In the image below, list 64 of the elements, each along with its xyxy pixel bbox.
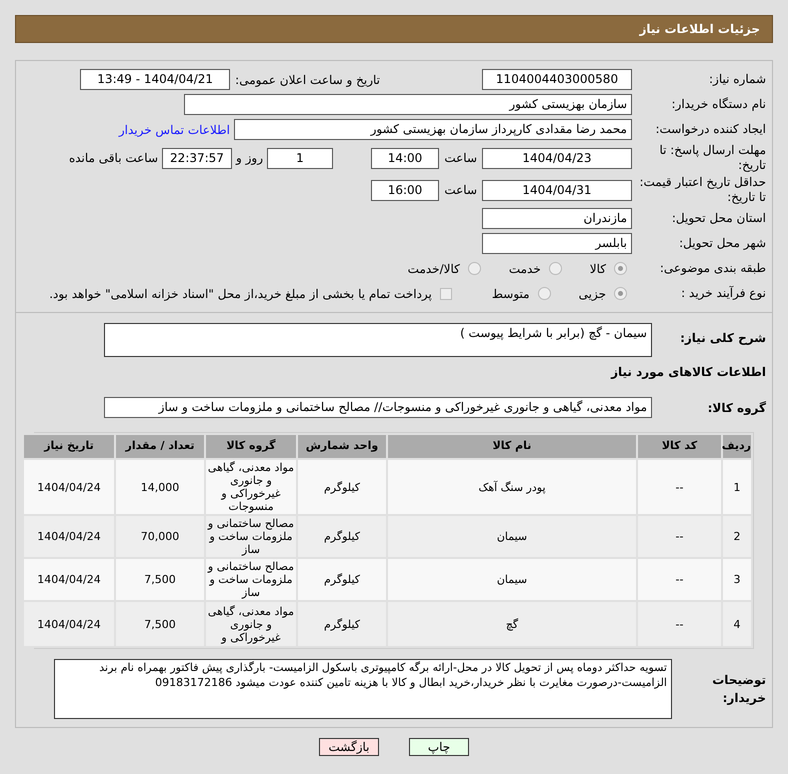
- goods-group-field[interactable]: مواد معدنی، گیاهی و جانوری غیرخوراکی و منسوجات// مصالح ساختمانی و ملزومات ساخت و ساز: [104, 397, 652, 418]
- field-label: نوع فرآیند خرید :: [681, 286, 766, 300]
- province-field[interactable]: مازندران: [482, 208, 632, 229]
- section-heading: اطلاعات کالاهای مورد نیاز: [611, 365, 766, 379]
- field-label: طبقه بندی موضوعی:: [660, 261, 766, 275]
- summary-textarea[interactable]: سیمان - گچ (برابر با شرایط پیوست ): [104, 323, 652, 357]
- column-header: نام کالا: [387, 434, 637, 459]
- column-header: تاریخ نیاز: [23, 434, 115, 459]
- buyer-field[interactable]: سازمان بهزیستی کشور: [184, 94, 632, 115]
- radio-button[interactable]: [548, 262, 562, 275]
- field-label: ساعت: [443, 150, 477, 167]
- time-field[interactable]: 16:00: [371, 180, 439, 200]
- column-header: گروه کالا: [205, 434, 297, 459]
- field-label: شماره نیاز:: [709, 72, 766, 86]
- notes-textarea[interactable]: تسویه حداکثر دوماه پس از تحویل کالا در محل-ارائه برگه کامپیوتری باسکول الزامیست- بارگذاری پیش فاکتور بهمراه نام برند الزامیست-درصورت مغایرت با نظر خریدار،خرید ابطال و کالا با هزینه تامین کننده عودت میشود 09183172186: [54, 659, 672, 719]
- column-header: کد کالا: [637, 434, 722, 459]
- city-field[interactable]: بابلسر: [482, 233, 632, 254]
- field-label: شهر محل تحویل:: [679, 236, 766, 250]
- column-header: ردیف: [722, 434, 752, 459]
- field-label: ساعت: [443, 182, 477, 199]
- radio-button[interactable]: [538, 287, 551, 300]
- field-label: خدمت: [508, 260, 541, 278]
- field-label: استان محل تحویل:: [672, 211, 766, 225]
- table-cell: مواد معدنی، گیاهی و جانوری غیرخوراکی و: [205, 601, 297, 647]
- days-field[interactable]: 1: [267, 148, 333, 168]
- contact-link[interactable]: اطلاعات تماس خریدار: [118, 120, 230, 138]
- field-label: جزیی: [578, 286, 606, 302]
- radio-button[interactable]: [614, 287, 627, 300]
- field-label: مهلت ارسال پاسخ: تا تاریخ:: [659, 143, 766, 172]
- table-cell: 1: [722, 459, 752, 515]
- checkbox[interactable]: [440, 288, 452, 300]
- field-label: نام دستگاه خریدار:: [672, 97, 766, 111]
- field-label: تاریخ و ساعت اعلان عمومی:: [235, 72, 380, 88]
- field-label: حداقل تاریخ اعتبار قیمت: تا تاریخ:: [639, 175, 766, 204]
- field-label: کالا/خدمت: [408, 260, 460, 278]
- field-label: پرداخت تمام یا بخشی از مبلغ خرید،از محل "اسناد خزانه اسلامی" خواهد بود.: [49, 286, 432, 302]
- field-label: ساعت باقی مانده: [68, 150, 158, 167]
- field-label: شرح کلی نیاز:: [680, 331, 766, 345]
- print-button[interactable]: چاپ: [409, 738, 469, 756]
- date-field[interactable]: 1404/04/23: [482, 148, 632, 168]
- date-field[interactable]: 1404/04/31: [482, 180, 632, 200]
- field-label: متوسط: [492, 286, 530, 302]
- time-field[interactable]: 14:00: [371, 148, 439, 168]
- table-cell: 7,500: [115, 601, 205, 647]
- need-number-field[interactable]: 1104004403000580: [482, 69, 632, 90]
- field-label: گروه کالا:: [708, 400, 766, 414]
- remaining-time-field[interactable]: 22:37:57: [162, 148, 232, 168]
- column-header: تعداد / مقدار: [115, 434, 205, 459]
- announce-date-field[interactable]: 1404/04/21 - 13:49: [80, 69, 230, 90]
- field-label: توضیحات خریدار:: [712, 673, 766, 705]
- table-cell: کیلوگرم: [297, 601, 387, 647]
- field-label: ایجاد کننده درخواست:: [655, 122, 766, 136]
- page-title: جزئیات اطلاعات نیاز: [639, 21, 760, 38]
- table-cell: گچ: [387, 601, 637, 647]
- requester-field[interactable]: محمد رضا مقدادی کارپرداز سازمان بهزیستی کشور: [234, 119, 632, 140]
- column-header: واحد شمارش: [297, 434, 387, 459]
- radio-button[interactable]: [614, 262, 627, 275]
- table-cell: 1404/04/24: [23, 601, 115, 647]
- table-cell: 4: [722, 601, 752, 647]
- table-cell: --: [637, 601, 722, 647]
- radio-button[interactable]: [468, 262, 481, 275]
- back-button[interactable]: بازگشت: [319, 738, 379, 756]
- field-label: کالا: [590, 260, 606, 278]
- field-label: روز و: [236, 150, 263, 167]
